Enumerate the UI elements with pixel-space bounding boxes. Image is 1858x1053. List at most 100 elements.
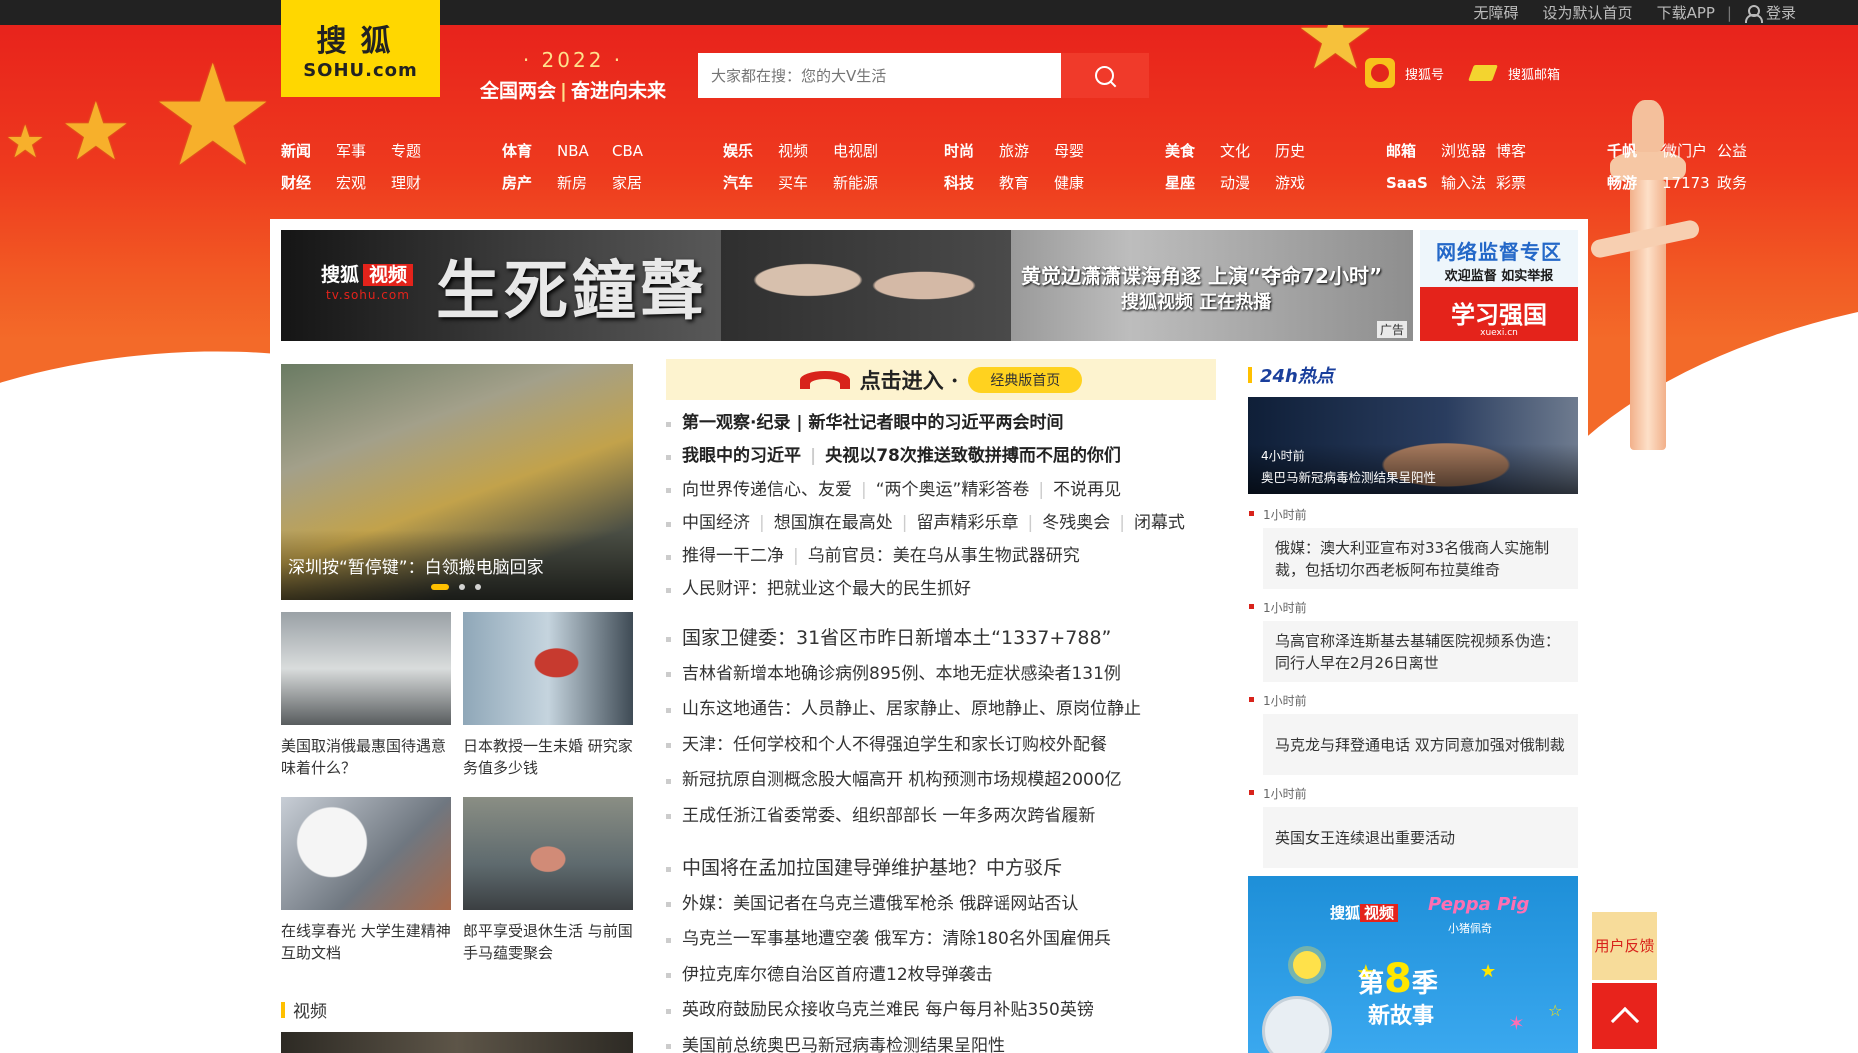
back-to-top-button[interactable] [1592, 983, 1657, 1049]
nav-link[interactable]: 政务 [1717, 172, 1772, 194]
login-link[interactable]: 登录 [1732, 2, 1808, 23]
news-item[interactable]: 山东这地通告：人员静止、居家静止、原地静止、原岗位静止 [666, 692, 1226, 728]
nav-link[interactable]: SaaS [1386, 172, 1441, 194]
thumb-title[interactable]: 在线享春光 大学生建精神互助文档 [281, 920, 451, 964]
thumb-card[interactable]: 在线享春光 大学生建精神互助文档 [281, 797, 451, 964]
nav-link[interactable]: CBA [612, 140, 667, 162]
feedback-button[interactable]: 用户反馈 [1592, 912, 1657, 980]
nav-link[interactable]: 宏观 [336, 172, 391, 194]
banner-ad[interactable]: 搜狐 视频 tv.sohu.com 生死鐘聲 黄觉边潇潇谍海角逐 上演“夺命72小… [281, 230, 1413, 341]
nav-link[interactable]: 教育 [999, 172, 1054, 194]
nav-link[interactable]: 家居 [612, 172, 667, 194]
news-item[interactable]: 英政府鼓励民众接收乌克兰难民 每户每月补贴350英镑 [666, 993, 1226, 1029]
news-link[interactable]: 第一观察·纪录 | 新华社记者眼中的习近平两会时间 [682, 413, 1064, 433]
news-link[interactable]: 向世界传递信心、友爱 [682, 480, 852, 500]
nav-link[interactable]: 理财 [391, 172, 446, 194]
news-link[interactable]: 推得一干二净 [682, 546, 784, 566]
hot-item[interactable]: 1小时前 马克龙与拜登通电话 双方同意加强对俄制裁 [1248, 690, 1578, 783]
nav-link[interactable]: 专题 [391, 140, 446, 162]
slider-dot[interactable] [475, 584, 481, 590]
news-link[interactable]: “两个奥运”精彩答卷 [876, 480, 1030, 500]
nav-link[interactable]: NBA [557, 140, 612, 162]
nav-link[interactable]: 财经 [281, 172, 336, 194]
hot-title[interactable]: 俄媒：澳大利亚宣布对33名俄商人实施制裁，包括切尔西老板阿布拉莫维奇 [1263, 528, 1578, 589]
nav-link[interactable]: 微门户 [1662, 140, 1717, 162]
news-link[interactable]: 乌前官员：美在乌从事生物武器研究 [808, 546, 1080, 566]
side-ad[interactable]: 网络监督专区 欢迎监督 如实举报 学习强国 xuexi.cn [1420, 230, 1578, 341]
thumb-title[interactable]: 美国取消俄最惠国待遇意味着什么？ [281, 735, 451, 779]
news-item[interactable]: 吉林省新增本地确诊病例895例、本地无症状感染者131例 [666, 657, 1226, 693]
news-link[interactable]: 中国经济 [682, 513, 750, 533]
classic-homepage-entry[interactable]: 点击进入 · 经典版首页 [666, 359, 1216, 400]
set-homepage-link[interactable]: 设为默认首页 [1531, 2, 1645, 23]
nav-link[interactable]: 视频 [778, 140, 833, 162]
video-thumbnail[interactable] [281, 1032, 633, 1053]
news-link[interactable]: 闭幕式 [1134, 513, 1185, 533]
accessibility-link[interactable]: 无障碍 [1462, 2, 1531, 23]
nav-link[interactable]: 邮箱 [1386, 140, 1441, 162]
nav-link[interactable]: 时尚 [944, 140, 999, 162]
slider-dot-active[interactable] [431, 584, 449, 590]
nav-link[interactable]: 买车 [778, 172, 833, 194]
thumb-title[interactable]: 郎平享受退休生活 与前国手马蕴雯聚会 [463, 920, 633, 964]
nav-link[interactable]: 彩票 [1496, 172, 1551, 194]
nav-link[interactable]: 新房 [557, 172, 612, 194]
nav-link[interactable]: 旅游 [999, 140, 1054, 162]
news-link[interactable]: 人民财评：把就业这个最大的民生抓好 [682, 579, 971, 599]
news-item[interactable]: 外媒：美国记者在乌克兰遭俄军枪杀 俄辟谣网站否认 [666, 887, 1226, 923]
download-app-link[interactable]: 下载APP [1645, 2, 1727, 23]
nav-link[interactable]: 浏览器 [1441, 140, 1496, 162]
news-link[interactable]: 不说再见 [1053, 480, 1121, 500]
video-section-title[interactable]: 视频 [293, 997, 327, 1022]
sohu-logo[interactable]: 搜狐 SOHU.com [281, 0, 440, 97]
hot-top-card[interactable]: 4小时前 奥巴马新冠病毒检测结果呈阳性 [1248, 397, 1578, 494]
thumb-card[interactable]: 郎平享受退休生活 与前国手马蕴雯聚会 [463, 797, 633, 964]
news-link[interactable]: 想国旗在最高处 [774, 513, 893, 533]
thumb-card[interactable]: 美国取消俄最惠国待遇意味着什么？ [281, 612, 451, 779]
nav-link[interactable]: 畅游 [1607, 172, 1662, 194]
news-link[interactable]: 央视以78次推送致敬拼搏而不屈的你们 [825, 446, 1121, 466]
thumb-card[interactable]: 日本教授一生未婚 研究家务值多少钱 [463, 612, 633, 779]
news-link[interactable]: 冬残奥会 [1042, 513, 1110, 533]
hot-item[interactable]: 1小时前 英国女王连续退出重要活动 [1248, 783, 1578, 876]
news-item[interactable]: 推得一干二净 | 乌前官员：美在乌从事生物武器研究 [666, 540, 1226, 573]
news-item[interactable]: 第一观察·纪录 | 新华社记者眼中的习近平两会时间 [666, 407, 1226, 440]
xuexi-ad[interactable]: 学习强国 xuexi.cn [1420, 287, 1578, 341]
nav-link[interactable]: 科技 [944, 172, 999, 194]
thumb-title[interactable]: 日本教授一生未婚 研究家务值多少钱 [463, 735, 633, 779]
nav-link[interactable]: 博客 [1496, 140, 1551, 162]
news-link[interactable]: 留声精彩乐章 [916, 513, 1018, 533]
news-item[interactable]: 我眼中的习近平 | 央视以78次推送致敬拼搏而不屈的你们 [666, 440, 1226, 473]
nav-link[interactable]: 星座 [1165, 172, 1220, 194]
nav-link[interactable]: 娱乐 [723, 140, 778, 162]
peppa-pig-ad[interactable]: 搜狐 视频 Peppa Pig 小猪佩奇 ★ ★ ☆ ✶ 第8季 新故事 [1248, 876, 1578, 1053]
nav-link[interactable]: 17173 [1662, 172, 1717, 194]
news-item[interactable]: 向世界传递信心、友爱 | “两个奥运”精彩答卷 | 不说再见 [666, 474, 1226, 507]
nav-link[interactable]: 动漫 [1220, 172, 1275, 194]
search-input[interactable] [698, 53, 1061, 98]
nav-link[interactable]: 健康 [1054, 172, 1109, 194]
hot-item[interactable]: 1小时前 俄媒：澳大利亚宣布对33名俄商人实施制裁，包括切尔西老板阿布拉莫维奇 [1248, 504, 1578, 597]
news-item[interactable]: 中国将在孟加拉国建导弹维护基地？中方驳斥 [666, 851, 1226, 887]
nav-link[interactable]: 千帆 [1607, 140, 1662, 162]
nav-link[interactable]: 历史 [1275, 140, 1330, 162]
news-item[interactable]: 中国经济 | 想国旗在最高处 | 留声精彩乐章 | 冬残奥会 | 闭幕式 [666, 507, 1226, 540]
hot-title[interactable]: 乌高官称泽连斯基去基辅医院视频系伪造：同行人早在2月26日离世 [1263, 621, 1578, 682]
sohu-hao-link[interactable]: 搜狐号 [1365, 58, 1444, 88]
nav-link[interactable]: 新闻 [281, 140, 336, 162]
nav-link[interactable]: 公益 [1717, 140, 1772, 162]
news-item[interactable]: 天津：任何学校和个人不得强迫学生和家长订购校外配餐 [666, 728, 1226, 764]
nav-link[interactable]: 军事 [336, 140, 391, 162]
search-button[interactable] [1061, 53, 1149, 98]
slider-dot[interactable] [459, 584, 465, 590]
news-item[interactable]: 王成任浙江省委常委、组织部部长 一年多两次跨省履新 [666, 799, 1226, 835]
nav-link[interactable]: 文化 [1220, 140, 1275, 162]
supervision-ad[interactable]: 网络监督专区 欢迎监督 如实举报 [1420, 230, 1578, 287]
nav-link[interactable]: 电视剧 [833, 140, 888, 162]
focus-slider[interactable]: 深圳按“暂停键”：白领搬电脑回家 [281, 364, 633, 600]
classic-homepage-button[interactable]: 经典版首页 [968, 366, 1083, 393]
news-item[interactable]: 美国前总统奥巴马新冠病毒检测结果呈阳性 [666, 1029, 1226, 1053]
nav-link[interactable]: 新能源 [833, 172, 888, 194]
nav-link[interactable]: 汽车 [723, 172, 778, 194]
nav-link[interactable]: 美食 [1165, 140, 1220, 162]
